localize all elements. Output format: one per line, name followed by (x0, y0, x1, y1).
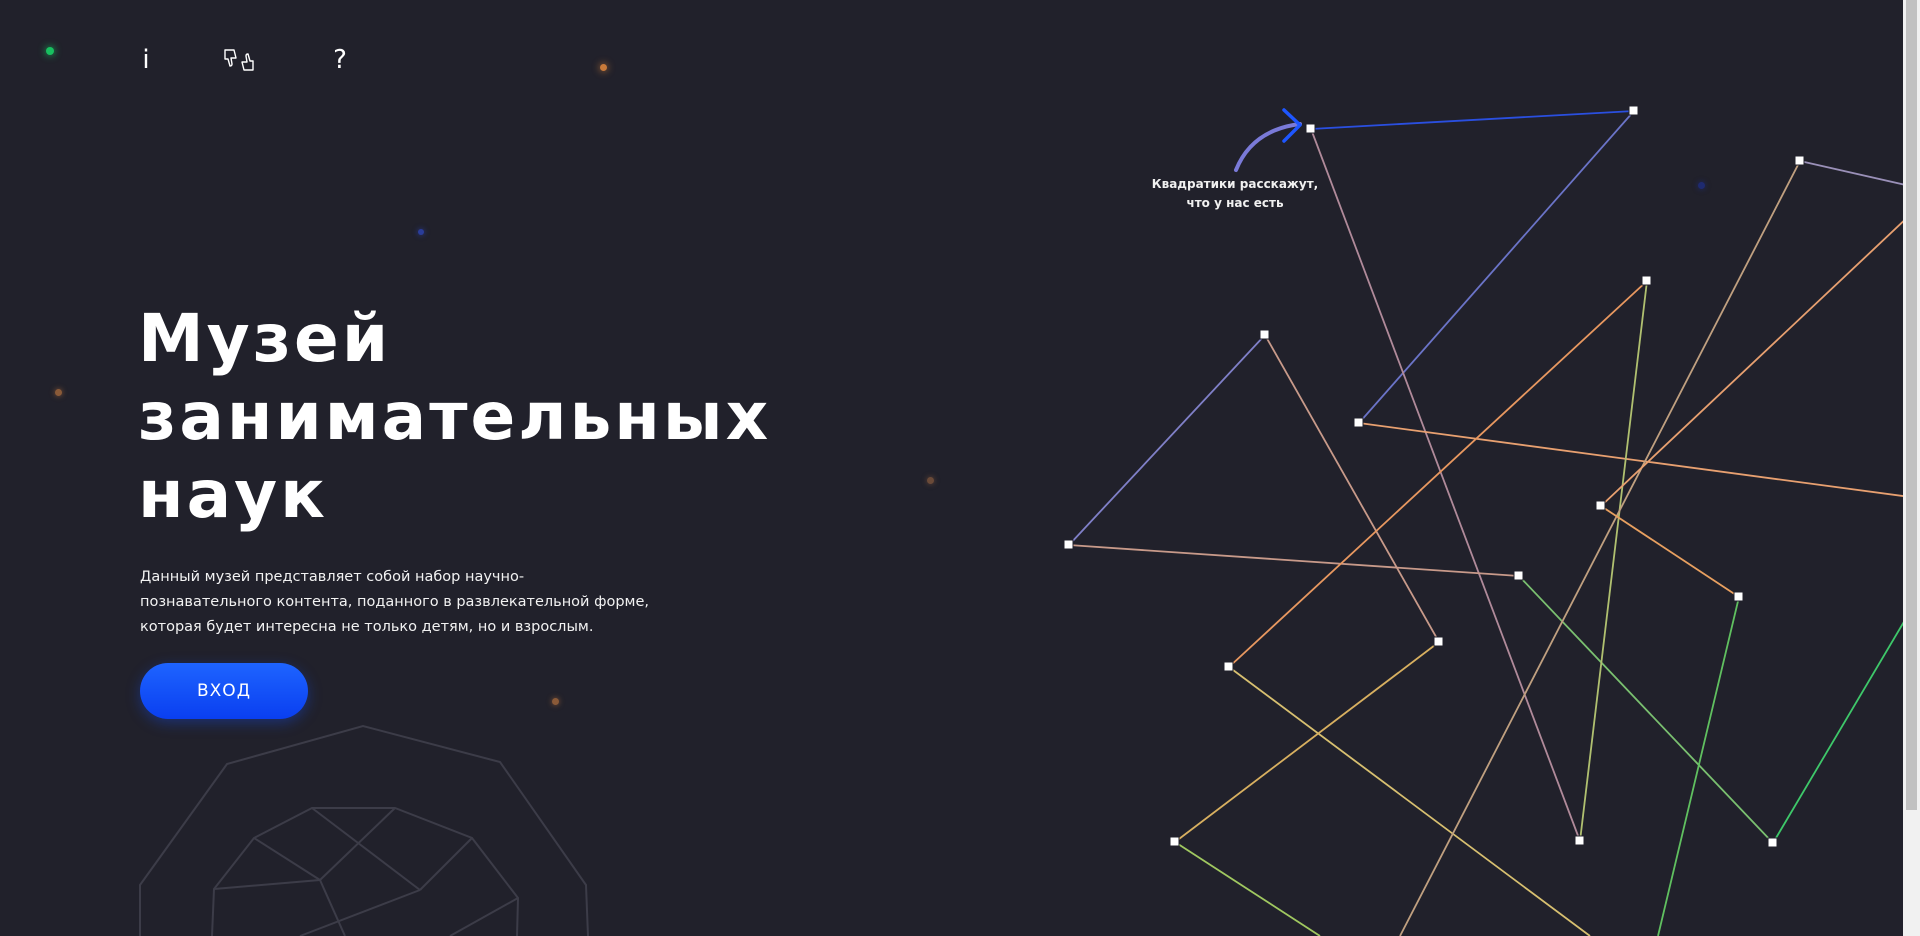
info-square[interactable] (1628, 105, 1639, 116)
info-square[interactable] (1513, 570, 1524, 581)
connector-line (1358, 110, 1635, 424)
info-square[interactable] (1574, 835, 1585, 846)
curved-arrow-icon (1234, 108, 1302, 172)
hint-line: Квадратики расскажут, (1151, 177, 1319, 191)
info-square[interactable] (1595, 500, 1606, 511)
info-square[interactable] (1433, 636, 1444, 647)
connector-line (1399, 160, 1801, 936)
connector-line (1358, 422, 1911, 498)
info-square[interactable] (1169, 836, 1180, 847)
connector-line (1264, 334, 1440, 643)
connector-line (1068, 334, 1266, 546)
connector-line (1799, 160, 1911, 187)
connector-line (1228, 280, 1648, 668)
info-square[interactable] (1223, 661, 1234, 672)
connector-line (1310, 128, 1581, 842)
hint-text: Квадратики расскажут, что у нас есть (1150, 175, 1320, 213)
info-square[interactable] (1063, 539, 1074, 550)
info-square[interactable] (1353, 417, 1364, 428)
connector-line (1068, 544, 1520, 577)
info-square[interactable] (1767, 837, 1778, 848)
connector-line (1174, 841, 1321, 936)
info-square[interactable] (1305, 123, 1316, 134)
hint-line: что у нас есть (1186, 196, 1284, 210)
connector-line (1600, 505, 1740, 598)
connector-line (1228, 666, 1591, 936)
constellation-graphic (1063, 105, 1911, 936)
info-square[interactable] (1733, 591, 1744, 602)
info-square[interactable] (1641, 275, 1652, 286)
connector-line (1600, 214, 1911, 507)
connector-line (1579, 280, 1648, 842)
connector-line (1657, 596, 1740, 936)
info-square[interactable] (1259, 329, 1270, 340)
connector-line (1772, 619, 1906, 844)
connector-line (1174, 641, 1440, 843)
scrollbar-thumb[interactable] (1906, 0, 1917, 810)
info-square[interactable] (1794, 155, 1805, 166)
connector-line (1310, 110, 1635, 130)
scrollbar[interactable] (1903, 0, 1920, 936)
